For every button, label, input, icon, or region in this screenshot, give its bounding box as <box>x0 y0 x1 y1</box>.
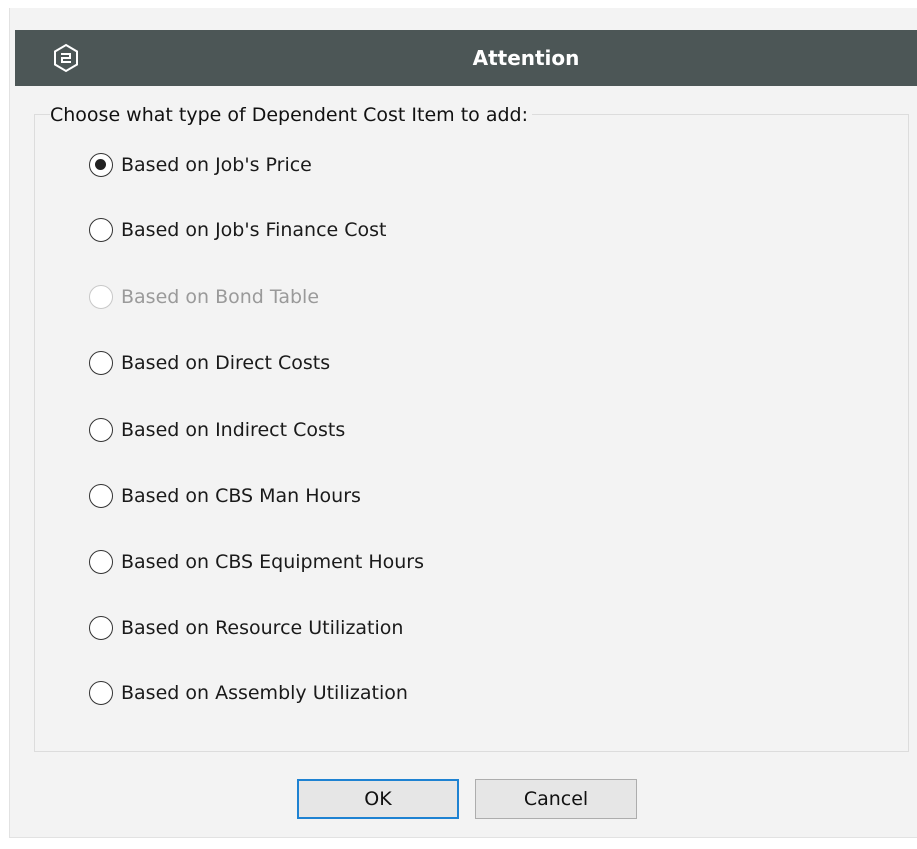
radio-label: Based on CBS Equipment Hours <box>121 551 424 573</box>
dialog-title: Attention <box>472 46 580 70</box>
radio-button[interactable] <box>89 418 113 442</box>
radio-option-cbs-equipment-hours[interactable]: Based on CBS Equipment Hours <box>89 547 424 577</box>
cancel-button[interactable]: Cancel <box>475 779 637 819</box>
radio-label: Based on Assembly Utilization <box>121 682 408 704</box>
dialog-titlebar: Attention <box>15 30 917 86</box>
radio-option-jobs-finance-cost[interactable]: Based on Job's Finance Cost <box>89 215 387 245</box>
radio-button[interactable] <box>89 681 113 705</box>
radio-label: Based on Job's Finance Cost <box>121 219 387 241</box>
radio-option-resource-utilization[interactable]: Based on Resource Utilization <box>89 613 403 643</box>
radio-option-direct-costs[interactable]: Based on Direct Costs <box>89 348 330 378</box>
radio-option-indirect-costs[interactable]: Based on Indirect Costs <box>89 415 345 445</box>
radio-option-assembly-utilization[interactable]: Based on Assembly Utilization <box>89 678 408 708</box>
radio-label: Based on CBS Man Hours <box>121 485 361 507</box>
radio-label: Based on Direct Costs <box>121 352 331 374</box>
radio-label: Based on Indirect Costs <box>121 419 346 441</box>
option-group-legend: Choose what type of Dependent Cost Item … <box>50 103 532 127</box>
radio-button[interactable] <box>89 484 113 508</box>
radio-option-bond-table: Based on Bond Table <box>89 282 319 312</box>
radio-button[interactable] <box>89 153 113 177</box>
radio-button[interactable] <box>89 218 113 242</box>
radio-label: Based on Job's Price <box>121 154 312 176</box>
radio-option-jobs-price[interactable]: Based on Job's Price <box>89 150 312 180</box>
radio-button[interactable] <box>89 351 113 375</box>
radio-button[interactable] <box>89 616 113 640</box>
radio-button[interactable] <box>89 550 113 574</box>
radio-label: Based on Bond Table <box>121 286 320 308</box>
radio-label: Based on Resource Utilization <box>121 617 404 639</box>
radio-button <box>89 285 113 309</box>
radio-option-cbs-man-hours[interactable]: Based on CBS Man Hours <box>89 481 361 511</box>
ok-button[interactable]: OK <box>297 779 459 819</box>
